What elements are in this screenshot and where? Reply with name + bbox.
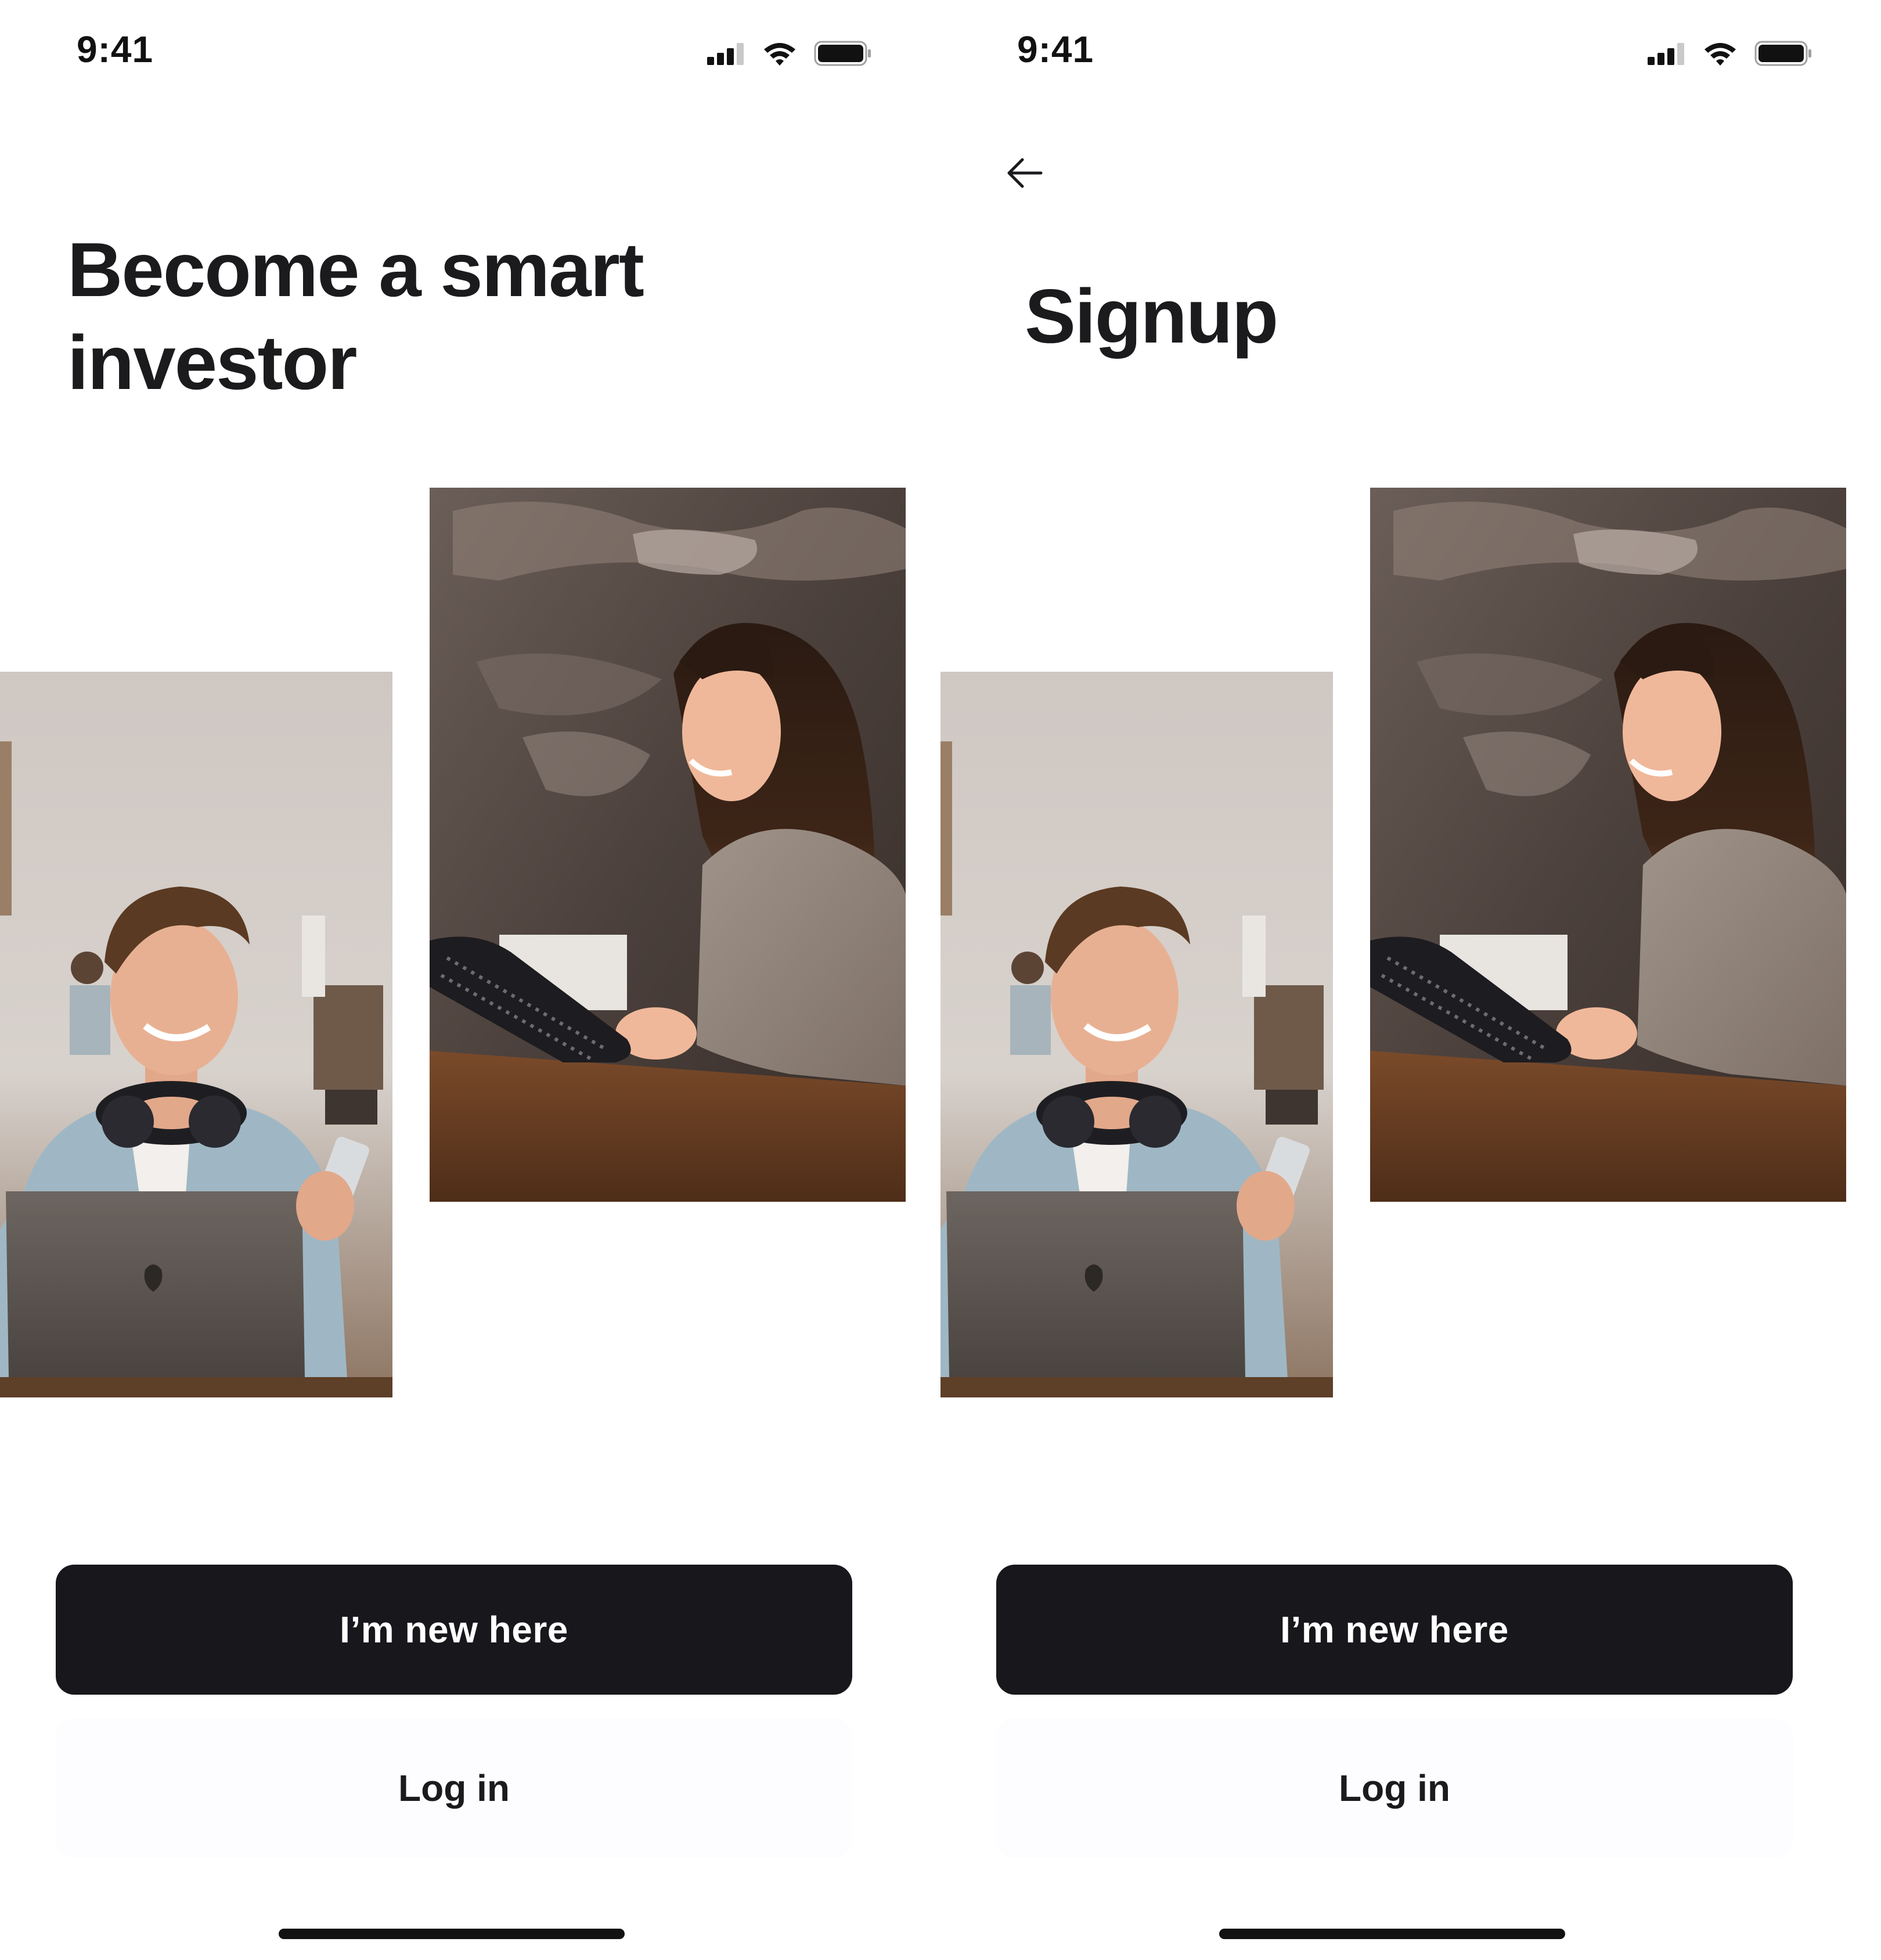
home-indicator	[279, 1929, 625, 1939]
status-bar: 9:41	[941, 0, 1881, 107]
battery-icon	[814, 41, 872, 66]
status-icons	[707, 36, 872, 71]
man-with-laptop-photo	[0, 672, 392, 1397]
home-indicator	[1219, 1929, 1565, 1939]
arrow-left-icon	[1006, 157, 1043, 192]
status-time: 9:41	[77, 28, 154, 70]
new-here-button[interactable]: I’m new here	[996, 1565, 1793, 1695]
status-icons	[1648, 36, 1812, 71]
woman-with-tablet-photo	[430, 488, 906, 1202]
cellular-signal-icon	[1648, 42, 1686, 65]
wifi-icon	[763, 41, 797, 66]
page-title: Become a smart investor	[67, 227, 644, 405]
cellular-signal-icon	[707, 42, 745, 65]
woman-with-tablet-photo	[1370, 488, 1846, 1202]
log-in-button[interactable]: Log in	[56, 1718, 852, 1858]
page-title: Signup	[1025, 273, 1278, 359]
battery-icon	[1754, 41, 1812, 66]
man-with-laptop-photo	[941, 672, 1333, 1397]
back-button[interactable]	[990, 139, 1060, 209]
new-here-button[interactable]: I’m new here	[56, 1565, 852, 1695]
log-in-button[interactable]: Log in	[996, 1718, 1793, 1858]
wifi-icon	[1703, 41, 1737, 66]
status-bar: 9:41	[0, 0, 941, 107]
status-time: 9:41	[1017, 28, 1094, 70]
welcome-screen: 9:41 Become a smart investor I’m new her…	[0, 0, 941, 1960]
signup-screen: 9:41 Signup I’m new here Log in	[941, 0, 1881, 1960]
